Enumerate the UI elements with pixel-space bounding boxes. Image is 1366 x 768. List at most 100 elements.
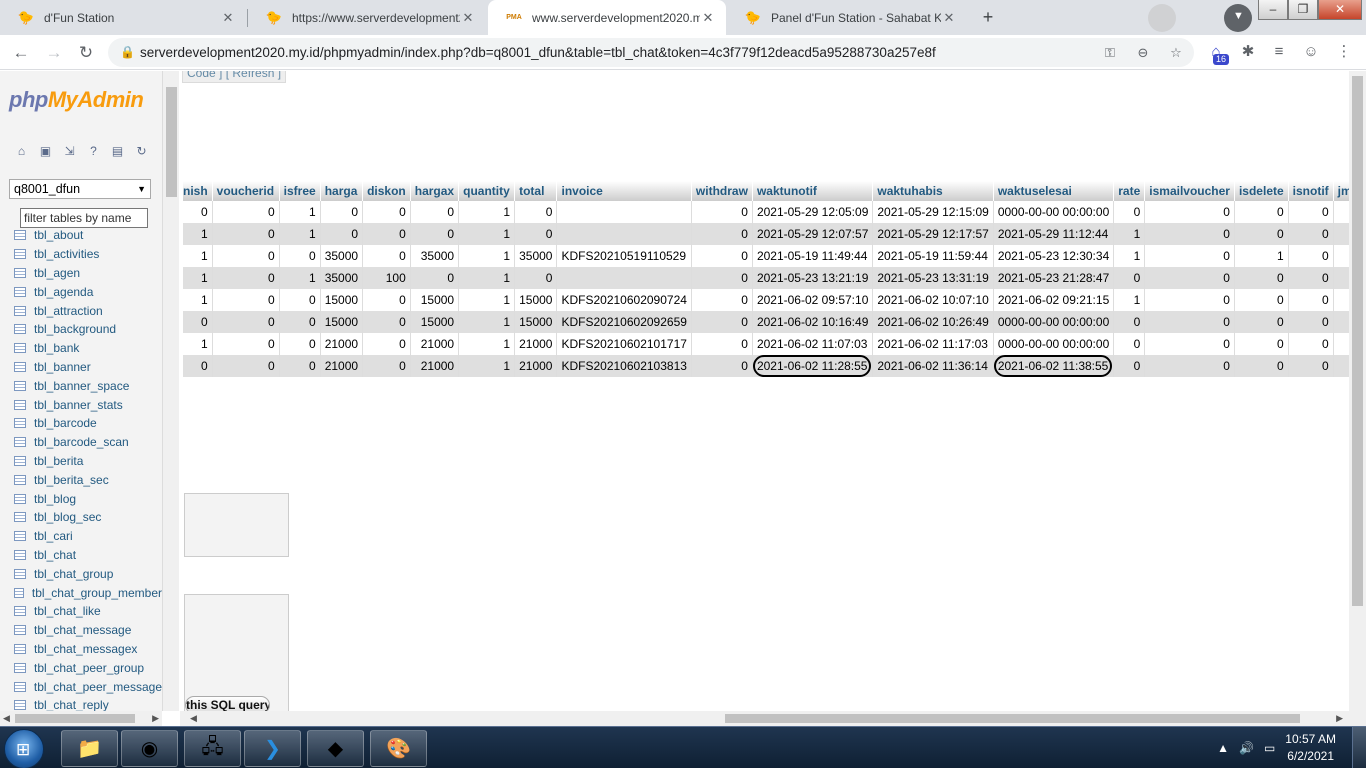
column-header[interactable]: hargax bbox=[410, 181, 460, 201]
sidebar-table-item[interactable]: tbl_banner_stats bbox=[0, 395, 162, 414]
table-name[interactable]: tbl_chat_group bbox=[34, 567, 113, 581]
table-cell[interactable]: 2021-05-23 13:21:19 bbox=[752, 267, 874, 289]
sidebar-table-item[interactable]: tbl_chat bbox=[0, 546, 162, 565]
sidebar-table-item[interactable]: tbl_attraction bbox=[0, 301, 162, 320]
sidebar-table-item[interactable]: tbl_chat_peer_message bbox=[0, 677, 162, 696]
database-select[interactable]: q8001_dfun ▼ bbox=[9, 179, 151, 199]
sidebar-table-item[interactable]: tbl_activities bbox=[0, 245, 162, 264]
table-cell[interactable]: 2021-06-02 11:38:55 bbox=[993, 355, 1115, 377]
table-cell[interactable]: 21000 bbox=[320, 355, 364, 377]
start-button[interactable]: ⊞ bbox=[4, 729, 44, 768]
table-cell[interactable]: 0 bbox=[320, 201, 364, 223]
sidebar-table-item[interactable]: tbl_cari bbox=[0, 527, 162, 546]
table-cell[interactable]: 2021-06-02 10:07:10 bbox=[872, 289, 994, 311]
table-cell[interactable]: 5 bbox=[1333, 245, 1349, 267]
sidebar-table-item[interactable]: tbl_banner_space bbox=[0, 376, 162, 395]
table-cell[interactable]: 2021-05-29 12:05:09 bbox=[752, 201, 874, 223]
table-cell[interactable]: 0 bbox=[362, 289, 411, 311]
table-cell[interactable]: 1 bbox=[183, 333, 213, 355]
sidebar-table-item[interactable]: tbl_background bbox=[0, 320, 162, 339]
table-cell[interactable]: 2021-06-02 11:36:14 bbox=[872, 355, 994, 377]
table-name[interactable]: tbl_chat_message bbox=[34, 623, 131, 637]
column-header[interactable]: voucherid bbox=[212, 181, 280, 201]
show-desktop-button[interactable] bbox=[1352, 727, 1366, 768]
browser-tab-active[interactable]: PMA www.serverdevelopment2020.my ✕ bbox=[488, 0, 726, 35]
table-cell[interactable]: 0 bbox=[320, 223, 364, 245]
table-cell[interactable]: 1 bbox=[458, 245, 516, 267]
table-cell[interactable]: 0 bbox=[691, 289, 753, 311]
table-cell[interactable]: 2021-06-02 09:57:10 bbox=[752, 289, 874, 311]
table-cell[interactable]: 2021-05-23 13:31:19 bbox=[872, 267, 994, 289]
table-cell[interactable]: 35000 bbox=[410, 245, 460, 267]
table-cell[interactable]: KDFS20210602101717 bbox=[556, 333, 692, 355]
table-cell[interactable]: 0 bbox=[1113, 201, 1146, 223]
volume-icon[interactable]: 🔊 bbox=[1239, 741, 1254, 755]
close-icon[interactable]: ✕ bbox=[460, 10, 476, 26]
table-cell[interactable]: 2021-05-19 11:49:44 bbox=[752, 245, 874, 267]
table-cell[interactable]: 0 bbox=[410, 201, 460, 223]
table-cell[interactable]: 2 bbox=[1333, 201, 1349, 223]
sidebar-horizontal-scrollbar[interactable]: ◀ ▶ bbox=[0, 711, 162, 726]
table-cell[interactable]: 6 bbox=[1333, 223, 1349, 245]
sidebar-table-item[interactable]: tbl_blog bbox=[0, 489, 162, 508]
table-cell[interactable]: 0 bbox=[1113, 311, 1146, 333]
docs-icon[interactable]: ▤ bbox=[110, 144, 125, 158]
table-name[interactable]: tbl_chat_like bbox=[34, 604, 101, 618]
table-name[interactable]: tbl_chat_peer_message bbox=[34, 680, 162, 694]
table-cell[interactable]: 1 bbox=[458, 355, 516, 377]
table-cell[interactable]: 2021-05-19 11:59:44 bbox=[872, 245, 994, 267]
table-cell[interactable]: 0 bbox=[1113, 333, 1146, 355]
table-cell[interactable]: 0 bbox=[514, 201, 558, 223]
table-cell[interactable]: 0 bbox=[1234, 267, 1289, 289]
back-icon[interactable]: ← bbox=[9, 41, 33, 65]
table-cell[interactable]: 0 bbox=[1288, 267, 1334, 289]
table-cell[interactable]: 0 bbox=[212, 201, 280, 223]
table-cell[interactable]: 0 bbox=[212, 333, 280, 355]
table-cell[interactable]: 1 bbox=[458, 223, 516, 245]
table-cell[interactable]: 0 bbox=[212, 289, 280, 311]
table-cell[interactable]: 1 bbox=[458, 201, 516, 223]
tab-search-button[interactable]: ▼ bbox=[1224, 4, 1252, 32]
tray-expand-icon[interactable]: ▲ bbox=[1217, 741, 1229, 755]
table-cell[interactable]: 2021-05-23 12:30:34 bbox=[993, 245, 1115, 267]
table-name[interactable]: tbl_banner_space bbox=[34, 379, 129, 393]
table-cell[interactable]: 1 bbox=[458, 267, 516, 289]
table-cell[interactable]: 0 bbox=[1234, 201, 1289, 223]
table-cell[interactable]: 0 bbox=[1288, 333, 1334, 355]
table-cell[interactable]: 0 bbox=[212, 223, 280, 245]
table-cell[interactable]: 0 bbox=[362, 311, 411, 333]
table-cell[interactable]: 2021-06-02 09:21:15 bbox=[993, 289, 1115, 311]
explorer-icon[interactable]: 📁 bbox=[61, 730, 118, 767]
table-cell[interactable]: 1 bbox=[458, 333, 516, 355]
table-name[interactable]: tbl_berita_sec bbox=[34, 473, 109, 487]
reload-icon[interactable]: ↻ bbox=[74, 41, 98, 65]
table-cell[interactable]: 0 bbox=[183, 311, 213, 333]
table-cell[interactable]: 0 bbox=[1144, 311, 1235, 333]
table-cell[interactable]: 1 bbox=[1113, 289, 1146, 311]
table-cell[interactable]: 0 bbox=[691, 355, 753, 377]
table-cell[interactable]: 35000 bbox=[320, 267, 364, 289]
column-header[interactable]: diskon bbox=[362, 181, 411, 201]
table-cell[interactable]: 0 bbox=[1144, 355, 1235, 377]
browser-tab[interactable]: 🐤 Panel d'Fun Station - Sahabat Ke ✕ bbox=[727, 0, 967, 35]
table-cell[interactable]: 0 bbox=[410, 223, 460, 245]
table-cell[interactable]: 0 bbox=[279, 245, 321, 267]
column-header[interactable]: waktunotif bbox=[752, 181, 874, 201]
table-cell[interactable]: 0 bbox=[183, 201, 213, 223]
table-name[interactable]: tbl_barcode_scan bbox=[34, 435, 129, 449]
sidebar-table-item[interactable]: tbl_bank bbox=[0, 339, 162, 358]
table-cell[interactable]: 1 bbox=[183, 245, 213, 267]
zoom-icon[interactable]: ⊖ bbox=[1133, 43, 1153, 63]
table-cell[interactable]: 0 bbox=[691, 311, 753, 333]
table-cell[interactable]: 2021-06-02 11:17:03 bbox=[872, 333, 994, 355]
table-cell[interactable]: 21000 bbox=[410, 333, 460, 355]
table-cell[interactable]: 0 bbox=[1113, 355, 1146, 377]
media-control-icon[interactable]: ≡ bbox=[1268, 41, 1290, 63]
table-cell[interactable]: 0 bbox=[279, 289, 321, 311]
table-cell[interactable]: 1 bbox=[183, 223, 213, 245]
table-name[interactable]: tbl_barcode bbox=[34, 416, 97, 430]
network-status-icon[interactable]: ▭ bbox=[1264, 741, 1275, 755]
table-cell[interactable]: 2021-06-02 11:28:55 bbox=[752, 355, 874, 377]
table-cell[interactable]: 0 bbox=[1288, 245, 1334, 267]
table-cell[interactable]: 2021-05-29 12:17:57 bbox=[872, 223, 994, 245]
